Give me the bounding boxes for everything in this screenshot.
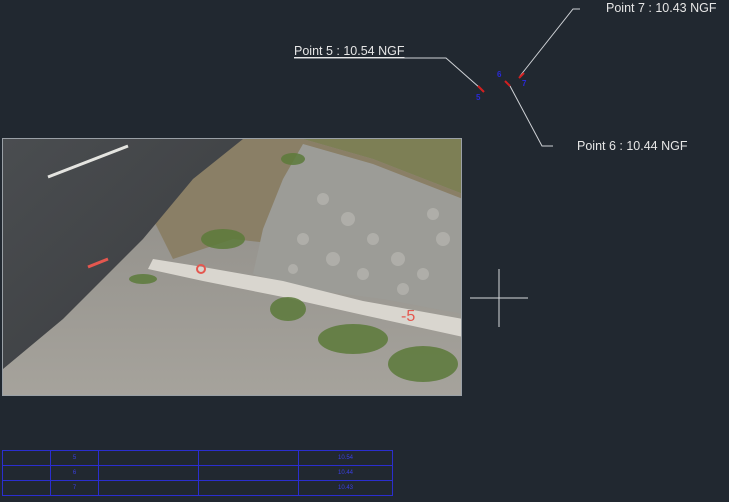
- table-cell: [98, 480, 199, 496]
- table-cell-point: 7: [50, 480, 99, 496]
- point-number-7: 7: [522, 79, 527, 88]
- table-cell-point: 6: [50, 465, 99, 481]
- table-cell-point: 5: [50, 450, 99, 466]
- point6-elevation-label: Point 6 : 10.44 NGF: [577, 139, 688, 153]
- table-cell: [198, 465, 299, 481]
- point-number-6: 6: [497, 70, 502, 79]
- table-cell: [198, 450, 299, 466]
- table-cell: [2, 480, 51, 496]
- leader-lines: [294, 8, 580, 147]
- leader-line-point6: [509, 85, 553, 147]
- point-number-5: 5: [476, 93, 481, 102]
- table-cell-elevation: 10.44: [298, 465, 393, 481]
- crosshair-cursor-icon: [470, 269, 528, 327]
- table-row: 5 10.54: [2, 450, 393, 466]
- site-photo[interactable]: -5: [2, 138, 462, 396]
- table-cell: [98, 450, 199, 466]
- table-cell-elevation: 10.43: [298, 480, 393, 496]
- paint-mark-label: -5: [401, 308, 415, 325]
- table-cell: [2, 450, 51, 466]
- table-row: 7 10.43: [2, 480, 393, 496]
- point7-elevation-label: Point 7 : 10.43 NGF: [606, 1, 717, 15]
- point-marker-6[interactable]: [504, 80, 511, 87]
- coordinates-table: 5 10.54 6 10.44 7 10.43: [2, 450, 393, 496]
- table-row: 6 10.44: [2, 465, 393, 481]
- point-marker-5[interactable]: [477, 85, 485, 93]
- table-cell: [198, 480, 299, 496]
- table-cell-elevation: 10.54: [298, 450, 393, 466]
- leader-line-point7: [519, 8, 580, 77]
- point5-elevation-label: Point 5 : 10.54 NGF: [294, 44, 405, 58]
- table-cell: [2, 465, 51, 481]
- leader-line-point5: [294, 57, 481, 89]
- table-cell: [98, 465, 199, 481]
